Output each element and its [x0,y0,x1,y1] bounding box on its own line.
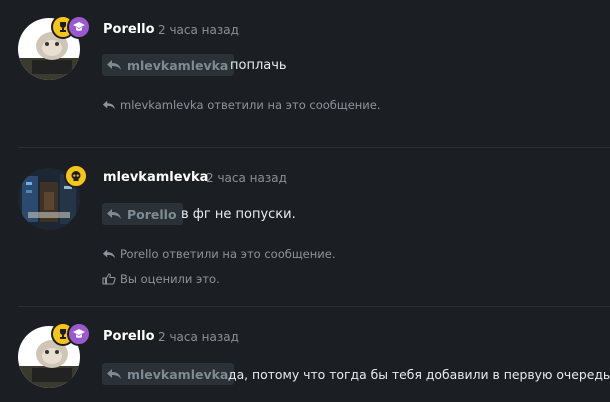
reply-notice[interactable]: mlevkamlevka ответили на это сообщение. [102,98,381,112]
reply-arrow-icon [102,100,116,110]
post-2: mlevkamlevka 2 часа назад Porello в фг н… [0,148,610,308]
post-author[interactable]: Porello [103,329,155,344]
reply-notice[interactable]: Porello ответили на это сообщение. [102,247,335,261]
post-time[interactable]: 2 часа назад [158,330,239,344]
quote-user: Porello [127,206,177,222]
reaction-notice[interactable]: Вы оценили это. [102,272,220,286]
post-time[interactable]: 2 часа назад [206,171,287,185]
reply-arrow-icon [107,369,121,379]
post-message: поплачь [230,58,287,73]
quote-reference[interactable]: mlevkamlevka [102,363,235,385]
reply-notice-text: Porello ответили на это сообщение. [120,247,336,261]
post-author[interactable]: mlevkamlevka [103,170,208,185]
post-message: в фг не попуски. [181,207,296,222]
reply-notice-text: mlevkamlevka ответили на это сообщение. [120,98,381,112]
post-1: Porello 2 часа назад mlevkamlevka поплач… [0,0,610,140]
quote-reference[interactable]: mlevkamlevka [102,54,235,76]
graduate-badge-icon [67,15,91,39]
reply-arrow-icon [107,209,121,219]
quote-reference[interactable]: Porello [102,203,183,225]
skull-badge-icon [64,164,88,188]
quote-user: mlevkamlevka [127,57,229,73]
post-3: Porello 2 часа назад mlevkamlevka да, по… [0,307,610,402]
reply-arrow-icon [102,249,116,259]
post-message: да, потому что тогда бы тебя добавили в … [228,367,610,382]
post-author[interactable]: Porello [103,22,155,37]
quote-user: mlevkamlevka [127,366,229,382]
thumbs-up-icon [102,273,116,285]
graduate-badge-icon [67,322,91,346]
post-time[interactable]: 2 часа назад [158,23,239,37]
reply-arrow-icon [107,60,121,70]
reaction-notice-text: Вы оценили это. [120,272,220,286]
